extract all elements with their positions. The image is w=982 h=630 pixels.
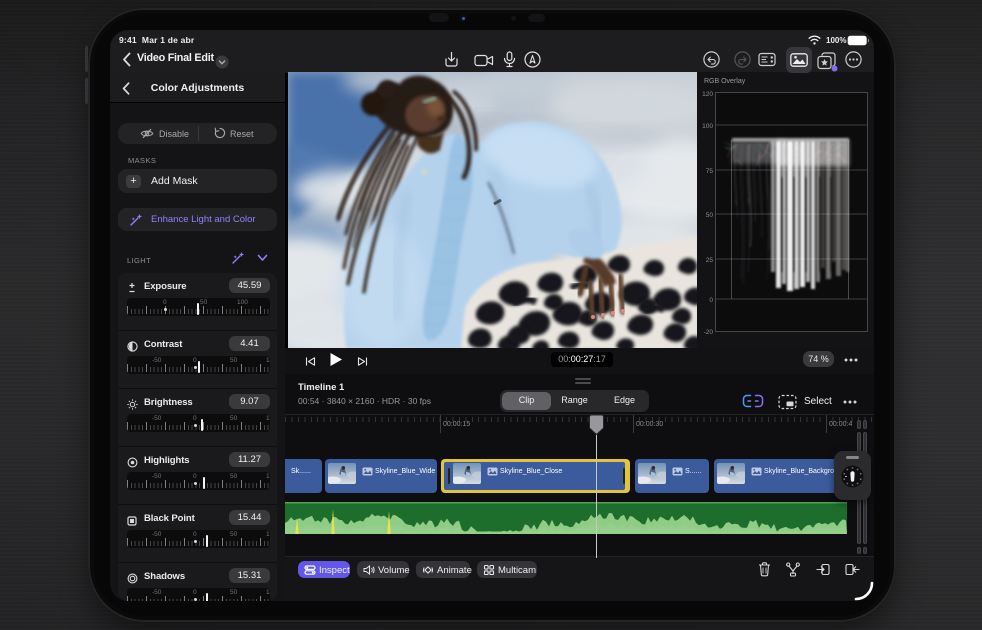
- svg-text:0: 0: [709, 297, 713, 304]
- svg-text:25: 25: [706, 257, 714, 264]
- svg-text:50: 50: [706, 212, 714, 219]
- svg-text:75: 75: [706, 168, 714, 175]
- svg-text:RGB Overlay: RGB Overlay: [704, 78, 746, 85]
- svg-text:100: 100: [702, 123, 713, 130]
- svg-text:-20: -20: [704, 329, 714, 336]
- svg-text:120: 120: [702, 91, 713, 98]
